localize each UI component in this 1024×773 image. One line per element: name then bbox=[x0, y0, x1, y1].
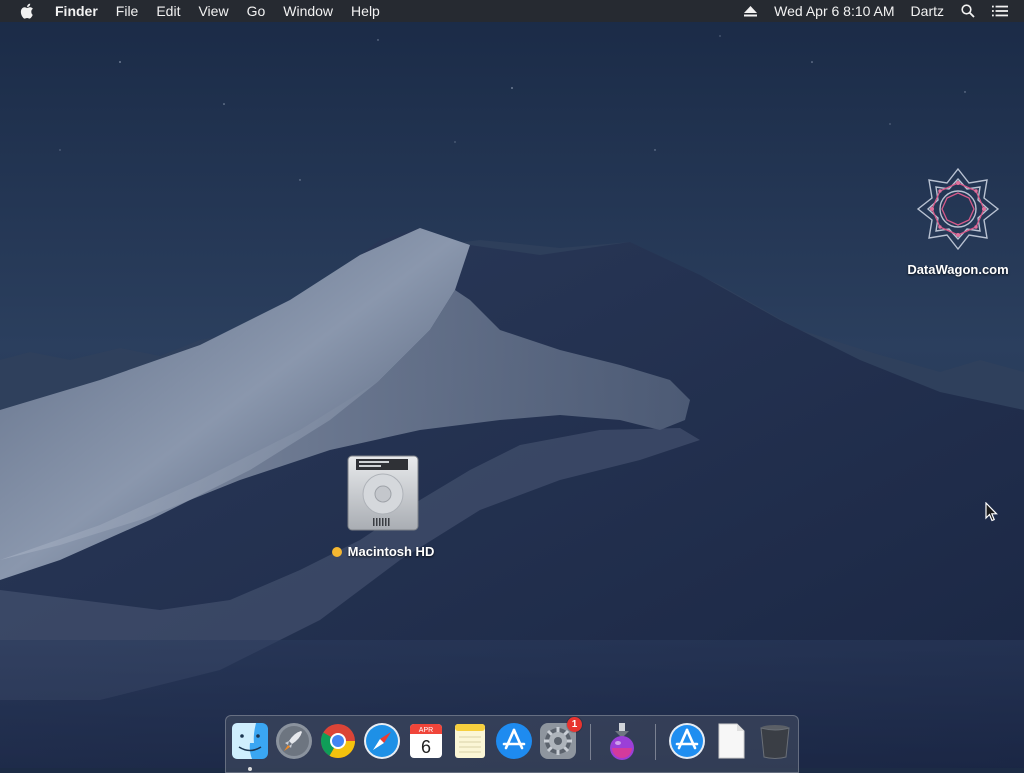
apple-logo-icon[interactable] bbox=[18, 3, 34, 19]
dock-document[interactable] bbox=[711, 721, 751, 761]
menu-window[interactable]: Window bbox=[274, 0, 342, 22]
dock-separator bbox=[655, 724, 656, 760]
datawagon-logo-icon bbox=[913, 166, 1003, 252]
dock-notes[interactable] bbox=[450, 721, 490, 761]
desktop[interactable]: Finder File Edit View Go Window Help Wed… bbox=[0, 0, 1024, 773]
eject-icon[interactable] bbox=[742, 0, 758, 22]
menu-view[interactable]: View bbox=[189, 0, 237, 22]
calendar-icon: APR 6 bbox=[410, 724, 442, 758]
finder-icon bbox=[232, 723, 268, 759]
menu-bar: Finder File Edit View Go Window Help Wed… bbox=[0, 0, 1024, 22]
orange-tag-dot bbox=[331, 546, 342, 557]
desktop-icon-label-row: Macintosh HD bbox=[318, 544, 448, 559]
dock-app-store[interactable] bbox=[494, 721, 534, 761]
notes-icon bbox=[455, 724, 485, 758]
safari-compass-icon bbox=[364, 723, 400, 759]
trash-icon bbox=[760, 725, 790, 759]
desktop-icon-label: DataWagon.com bbox=[907, 262, 1009, 277]
menu-bar-left: Finder File Edit View Go Window Help bbox=[18, 0, 389, 22]
menu-app-finder[interactable]: Finder bbox=[46, 0, 107, 22]
notification-badge: 1 bbox=[567, 717, 582, 732]
spotlight-search-icon[interactable] bbox=[960, 0, 976, 22]
hard-drive-icon bbox=[345, 452, 421, 534]
desktop-icon-label: Macintosh HD bbox=[347, 544, 435, 559]
calendar-day: 6 bbox=[421, 737, 431, 757]
dock-installer[interactable] bbox=[602, 721, 642, 761]
app-store-icon bbox=[496, 723, 532, 759]
menu-go[interactable]: Go bbox=[238, 0, 275, 22]
dock-launchpad[interactable] bbox=[274, 721, 314, 761]
dock-app-store-folder[interactable] bbox=[667, 721, 707, 761]
dock-chrome[interactable] bbox=[318, 721, 358, 761]
launchpad-rocket-icon bbox=[276, 723, 312, 759]
dock-system-preferences[interactable]: 1 bbox=[538, 717, 582, 761]
desktop-icon-macintosh-hd[interactable]: Macintosh HD bbox=[318, 452, 448, 559]
chrome-icon bbox=[321, 724, 355, 758]
mojave-wallpaper bbox=[0, 0, 1024, 768]
blank-document-icon bbox=[718, 723, 745, 759]
dock-calendar[interactable]: APR 6 bbox=[406, 721, 446, 761]
installer-potion-icon bbox=[610, 723, 634, 760]
menu-edit[interactable]: Edit bbox=[147, 0, 189, 22]
menu-bar-user[interactable]: Dartz bbox=[903, 0, 952, 22]
calendar-month: APR bbox=[419, 727, 433, 734]
menu-bar-clock[interactable]: Wed Apr 6 8:10 AM bbox=[766, 0, 902, 22]
dock-finder[interactable] bbox=[230, 721, 270, 771]
dock-separator bbox=[590, 724, 591, 760]
menu-bar-right: Wed Apr 6 8:10 AM Dartz bbox=[734, 0, 1016, 22]
mouse-pointer-icon bbox=[985, 501, 999, 522]
dock-safari[interactable] bbox=[362, 721, 402, 761]
desktop-icon-datawagon[interactable]: DataWagon.com bbox=[896, 166, 1020, 277]
app-store-folder-icon bbox=[669, 723, 705, 759]
dock-trash[interactable] bbox=[755, 721, 795, 761]
dock: APR 6 1 bbox=[225, 715, 799, 773]
menu-file[interactable]: File bbox=[107, 0, 148, 22]
notification-center-icon[interactable] bbox=[992, 0, 1008, 22]
menu-help[interactable]: Help bbox=[342, 0, 389, 22]
